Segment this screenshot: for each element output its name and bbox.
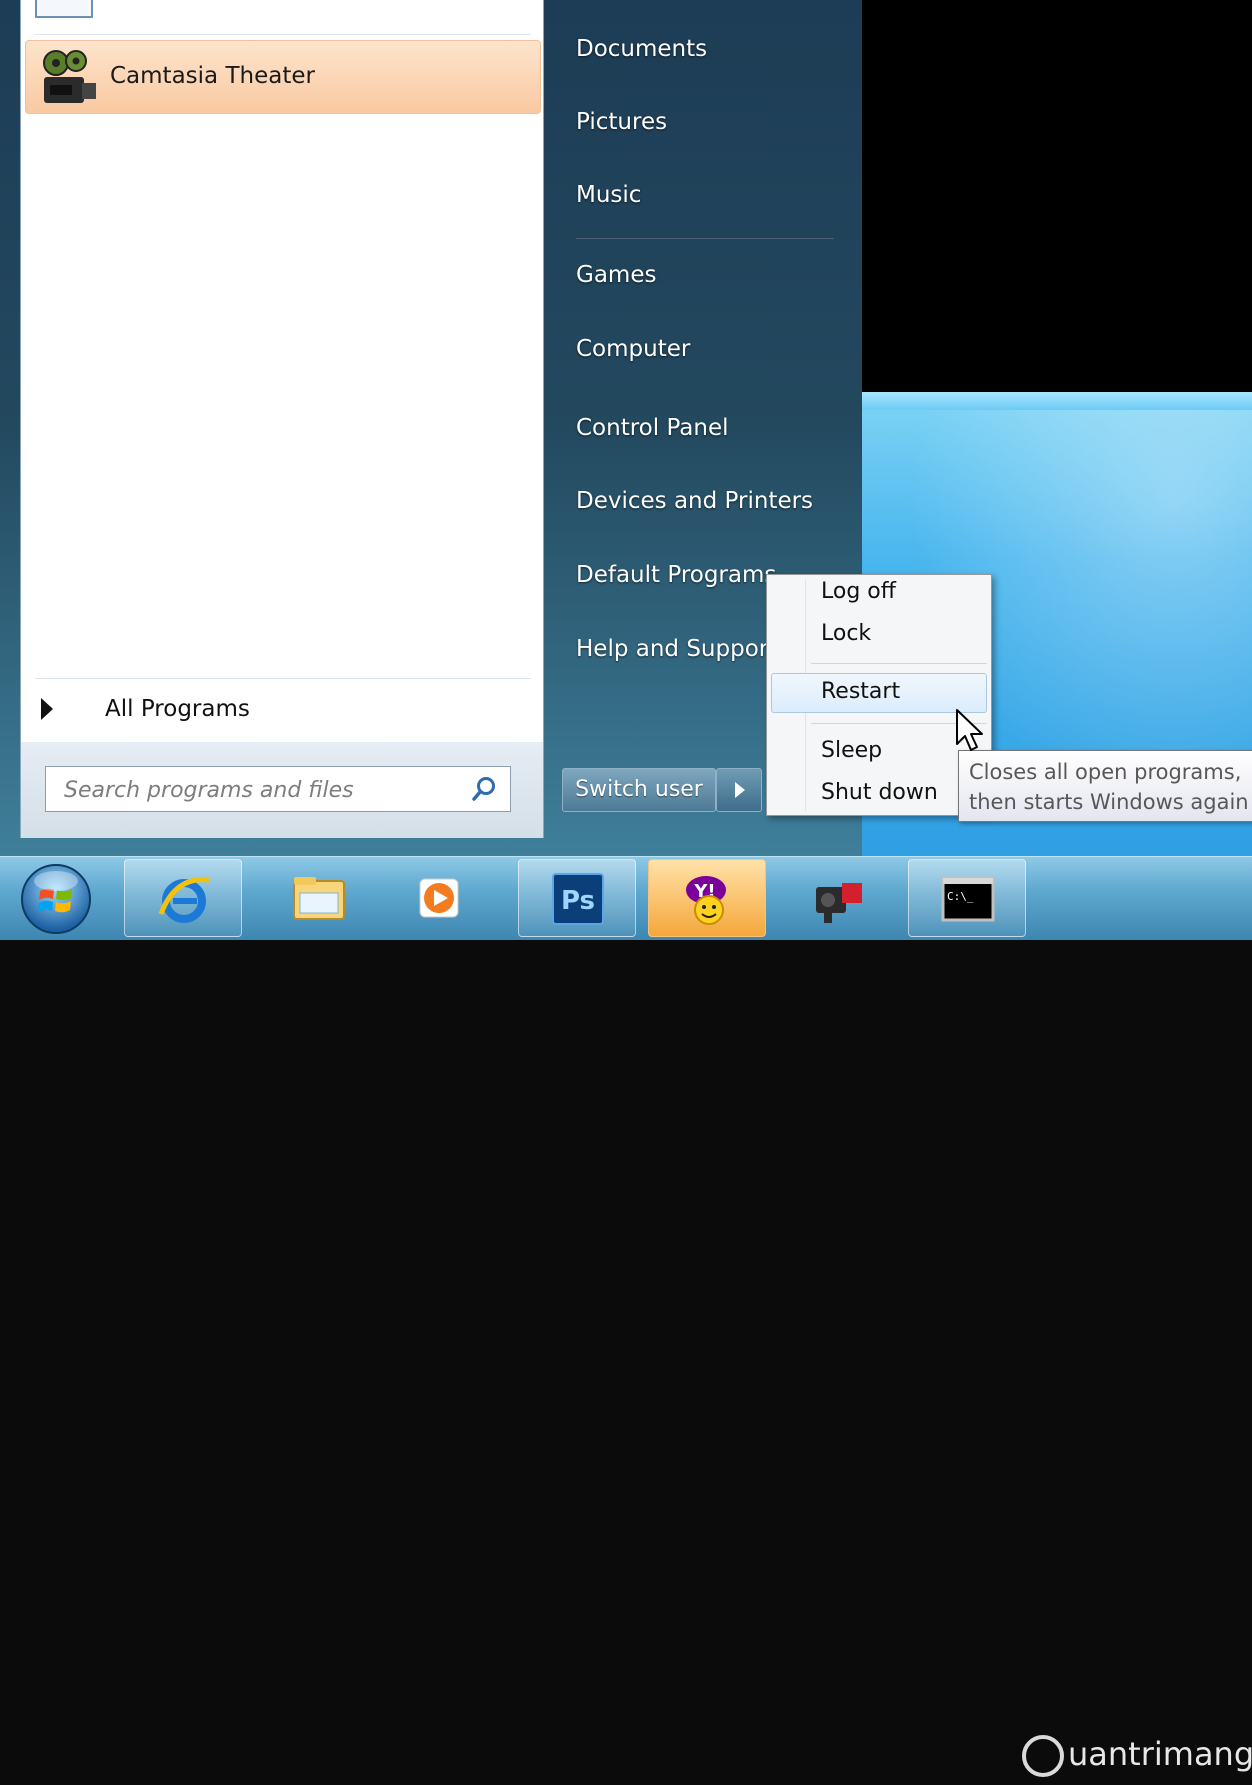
menu-item-restart[interactable]: Restart	[821, 679, 900, 704]
switch-user-button[interactable]: Switch user	[562, 768, 716, 812]
taskbar-button-photoshop[interactable]: Ps	[518, 859, 636, 937]
menu-separator	[811, 663, 987, 664]
menu-item-computer[interactable]: Computer	[576, 336, 690, 362]
menu-item-devices-and-printers[interactable]: Devices and Printers	[576, 488, 813, 514]
divider	[35, 34, 531, 35]
taskbar-button-yahoo-messenger[interactable]: Y!	[648, 859, 766, 937]
taskbar-button-internet-explorer[interactable]	[124, 859, 242, 937]
program-item-camtasia-theater[interactable]: Camtasia Theater	[25, 40, 541, 114]
menu-item-music[interactable]: Music	[576, 182, 641, 208]
menu-item-log-off[interactable]: Log off	[821, 579, 896, 604]
yahoo-messenger-icon: Y!	[686, 876, 726, 925]
taskbar-button-camtasia-recorder[interactable]	[778, 859, 896, 937]
shutdown-options-button[interactable]	[716, 768, 762, 812]
command-prompt-icon-text: C:\_	[947, 890, 974, 903]
search-icon[interactable]	[470, 775, 498, 803]
all-programs-button[interactable]: All Programs	[31, 690, 531, 734]
taskbar-button-media-player[interactable]	[380, 859, 498, 937]
internet-explorer-icon	[158, 877, 210, 923]
start-button-windows-icon[interactable]	[16, 861, 96, 937]
photoshop-icon-text: Ps	[561, 886, 595, 916]
taskbar-button-windows-explorer[interactable]	[260, 859, 378, 937]
partial-program-item[interactable]	[29, 0, 537, 22]
media-player-icon	[419, 878, 459, 918]
menu-item-default-programs[interactable]: Default Programs	[576, 562, 776, 588]
quantrimang-watermark: uantrimang	[1022, 1729, 1252, 1785]
command-prompt-icon: C:\_	[941, 876, 995, 922]
menu-item-sleep[interactable]: Sleep	[821, 738, 882, 763]
menu-item-pictures[interactable]: Pictures	[576, 109, 667, 135]
watermark-logo-icon	[1022, 1735, 1064, 1777]
program-label: Camtasia Theater	[110, 63, 315, 89]
divider	[35, 678, 531, 679]
menu-item-help-and-support[interactable]: Help and Support	[576, 636, 777, 662]
mouse-cursor-icon	[956, 709, 983, 751]
triangle-right-icon	[735, 782, 745, 798]
menu-item-games[interactable]: Games	[576, 262, 656, 288]
camtasia-theater-icon	[43, 50, 96, 103]
start-menu-left-pane: Camtasia Theater All Programs	[20, 0, 544, 838]
all-programs-label: All Programs	[105, 696, 250, 722]
tooltip-line: Closes all open programs,	[969, 760, 1242, 784]
taskbar: Ps Y! C:\_ uantrimang	[0, 856, 1252, 1777]
menu-item-lock[interactable]: Lock	[821, 621, 871, 646]
search-input[interactable]	[62, 775, 466, 805]
taskbar-button-command-prompt[interactable]: C:\_	[908, 859, 1026, 937]
menu-item-shut-down[interactable]: Shut down	[821, 780, 938, 805]
desktop-window-edge	[862, 392, 1252, 410]
menu-item-control-panel[interactable]: Control Panel	[576, 415, 729, 441]
program-icon	[35, 0, 93, 18]
divider	[576, 238, 834, 239]
windows-explorer-icon	[293, 877, 345, 920]
triangle-right-icon	[41, 698, 53, 720]
search-area	[21, 742, 543, 838]
photoshop-icon: Ps	[552, 873, 604, 925]
watermark-text: uantrimang	[1068, 1735, 1252, 1773]
tooltip-line: then starts Windows again	[969, 790, 1249, 814]
start-menu: Camtasia Theater All Programs Documents …	[0, 0, 862, 856]
menu-item-documents[interactable]: Documents	[576, 36, 707, 62]
camtasia-recorder-icon	[816, 883, 862, 923]
restart-tooltip: Closes all open programs, then starts Wi…	[958, 750, 1252, 822]
search-box	[45, 766, 511, 812]
